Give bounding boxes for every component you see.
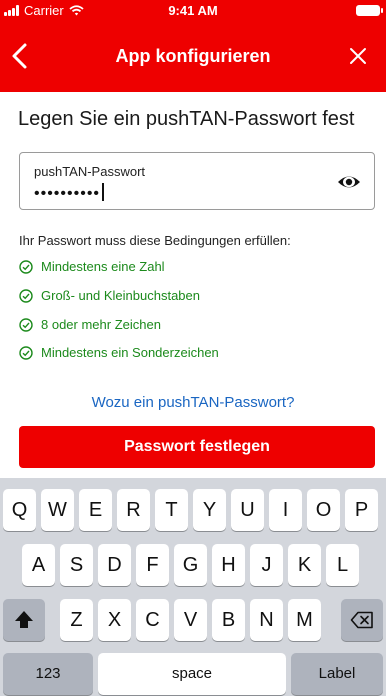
rule-item: Mindestens ein Sonderzeichen — [19, 345, 219, 360]
check-circle-icon — [19, 259, 33, 274]
shift-icon — [15, 611, 33, 628]
close-icon — [350, 48, 366, 64]
backspace-icon — [350, 611, 373, 629]
rule-item: Mindestens eine Zahl — [19, 259, 165, 274]
key-y[interactable]: Y — [193, 489, 226, 531]
battery-icon — [356, 5, 383, 16]
rules-title: Ihr Passwort muss diese Bedingungen erfü… — [19, 233, 291, 248]
key-z[interactable]: Z — [60, 599, 93, 641]
shift-key[interactable] — [3, 599, 45, 641]
rule-item: 8 oder mehr Zeichen — [19, 317, 161, 332]
page-heading: Legen Sie ein pushTAN-Passwort fest — [18, 108, 355, 130]
rule-label: Mindestens eine Zahl — [41, 259, 165, 274]
check-circle-icon — [19, 345, 33, 360]
key-d[interactable]: D — [98, 544, 131, 586]
password-field[interactable]: pushTAN-Passwort •••••••••• — [19, 152, 375, 210]
key-g[interactable]: G — [174, 544, 207, 586]
key-h[interactable]: H — [212, 544, 245, 586]
rule-label: Mindestens ein Sonderzeichen — [41, 345, 219, 360]
password-input[interactable]: •••••••••• — [34, 183, 105, 203]
nav-title: App konfigurieren — [115, 46, 271, 66]
numbers-key[interactable]: 123 — [3, 653, 93, 695]
close-button[interactable] — [344, 42, 372, 70]
info-link[interactable]: Wozu ein pushTAN-Passwort? — [0, 394, 386, 411]
key-l[interactable]: L — [326, 544, 359, 586]
key-c[interactable]: C — [136, 599, 169, 641]
rule-item: Groß- und Kleinbuchstaben — [19, 288, 200, 303]
password-value: •••••••••• — [34, 185, 101, 202]
key-b[interactable]: B — [212, 599, 245, 641]
key-t[interactable]: T — [155, 489, 188, 531]
set-password-button[interactable]: Passwort festlegen — [19, 426, 375, 468]
key-p[interactable]: P — [345, 489, 378, 531]
text-caret — [102, 183, 105, 201]
key-a[interactable]: A — [22, 544, 55, 586]
key-o[interactable]: O — [307, 489, 340, 531]
key-u[interactable]: U — [231, 489, 264, 531]
key-w[interactable]: W — [41, 489, 74, 531]
top-bar: Carrier 9:41 AM App konfigurieren — [0, 0, 386, 92]
check-circle-icon — [19, 288, 33, 303]
password-field-label: pushTAN-Passwort — [34, 164, 146, 179]
navigation-bar: App konfigurieren — [0, 28, 386, 84]
key-n[interactable]: N — [250, 599, 283, 641]
return-key[interactable]: Label — [291, 653, 383, 695]
toggle-visibility-button[interactable] — [336, 171, 362, 193]
status-time: 9:41 AM — [168, 3, 218, 18]
rule-label: Groß- und Kleinbuchstaben — [41, 288, 200, 303]
key-k[interactable]: K — [288, 544, 321, 586]
key-v[interactable]: V — [174, 599, 207, 641]
key-q[interactable]: Q — [3, 489, 36, 531]
status-bar: Carrier 9:41 AM — [0, 0, 386, 20]
space-key[interactable]: space — [98, 653, 286, 695]
key-e[interactable]: E — [79, 489, 112, 531]
key-i[interactable]: I — [269, 489, 302, 531]
key-f[interactable]: F — [136, 544, 169, 586]
keyboard: Q W E R T Y U I O P A S D F G H J K L Z … — [0, 478, 386, 696]
key-x[interactable]: X — [98, 599, 131, 641]
rule-label: 8 oder mehr Zeichen — [41, 317, 161, 332]
key-m[interactable]: M — [288, 599, 321, 641]
eye-icon — [338, 176, 360, 188]
key-j[interactable]: J — [250, 544, 283, 586]
key-s[interactable]: S — [60, 544, 93, 586]
backspace-key[interactable] — [341, 599, 383, 641]
key-r[interactable]: R — [117, 489, 150, 531]
check-circle-icon — [19, 317, 33, 332]
